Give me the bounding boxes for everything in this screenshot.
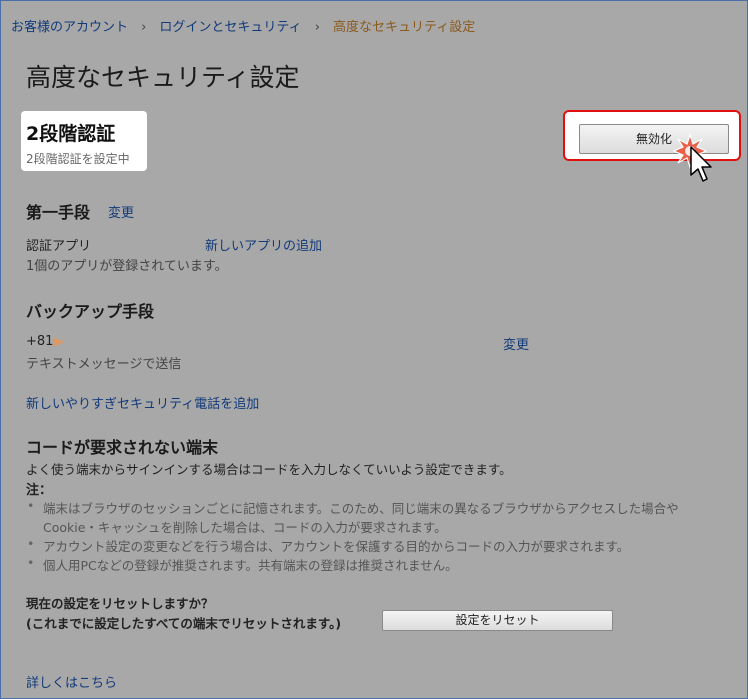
backup-method-heading: バックアップ手段 — [26, 302, 155, 321]
phone-prefix: +81 — [26, 334, 54, 349]
add-app-link[interactable]: 新しいアプリの追加 — [205, 235, 322, 254]
breadcrumb-current: 高度なセキュリティ設定 — [333, 20, 476, 35]
cursor-arrow-icon — [690, 146, 712, 182]
backup-phone-number: +81 — [26, 334, 66, 349]
breadcrumb: お客様のアカウント › ログインとセキュリティ › 高度なセキュリティ設定 — [11, 16, 475, 35]
primary-change-link[interactable]: 変更 — [108, 202, 134, 221]
two-step-heading: 2段階認証 — [26, 123, 116, 145]
add-phone-link[interactable]: 新しいやりすぎセキュリティ電話を追加 — [26, 393, 259, 412]
note-item: アカウント設定の変更などを行う場合は、アカウントを保護する目的からコードの入力が… — [27, 536, 629, 555]
redaction-marker-icon — [53, 336, 66, 347]
breadcrumb-separator: › — [141, 20, 147, 35]
primary-method-heading: 第一手段 — [26, 203, 91, 222]
backup-change-link[interactable]: 変更 — [503, 334, 529, 353]
note-item-continued: Cookie・キャッシュを削除した場合は、コードの入力が要求されます。 — [43, 520, 447, 535]
breadcrumb-separator: › — [314, 20, 320, 35]
learn-more-link[interactable]: 詳しくはこちら — [26, 672, 117, 691]
backup-method-text: テキストメッセージで送信 — [26, 357, 182, 372]
primary-method-label: 認証アプリ — [26, 239, 92, 254]
note-item: 端末はブラウザのセッションごとに記憶されます。このため、同じ端末の異なるブラウザ… — [27, 498, 679, 517]
page: お客様のアカウント › ログインとセキュリティ › 高度なセキュリティ設定 高度… — [0, 0, 748, 699]
reset-question: 現在の設定をリセットしますか？ — [26, 596, 214, 611]
trusted-devices-heading: コードが要求されない端末 — [26, 438, 219, 457]
breadcrumb-login-security[interactable]: ログインとセキュリティ — [159, 20, 301, 35]
note-item: 個人用PCなどの登録が推奨されます。共有端末の登録は推奨されません。 — [27, 555, 458, 574]
page-title: 高度なセキュリティ設定 — [26, 63, 300, 92]
reset-settings-button[interactable]: 設定をリセット — [382, 610, 613, 631]
breadcrumb-account[interactable]: お客様のアカウント — [11, 20, 128, 35]
note-label: 注： — [26, 483, 53, 498]
trusted-devices-description: よく使う端末からサインインする場合はコードを入力しなくていいよう設定できます。 — [26, 462, 512, 477]
reset-explanation: (これまでに設定したすべての端末でリセットされます。) — [26, 616, 342, 631]
app-count-text: 1個のアプリが登録されています。 — [26, 259, 228, 274]
two-step-status: 2段階認証を設定中 — [26, 152, 130, 166]
